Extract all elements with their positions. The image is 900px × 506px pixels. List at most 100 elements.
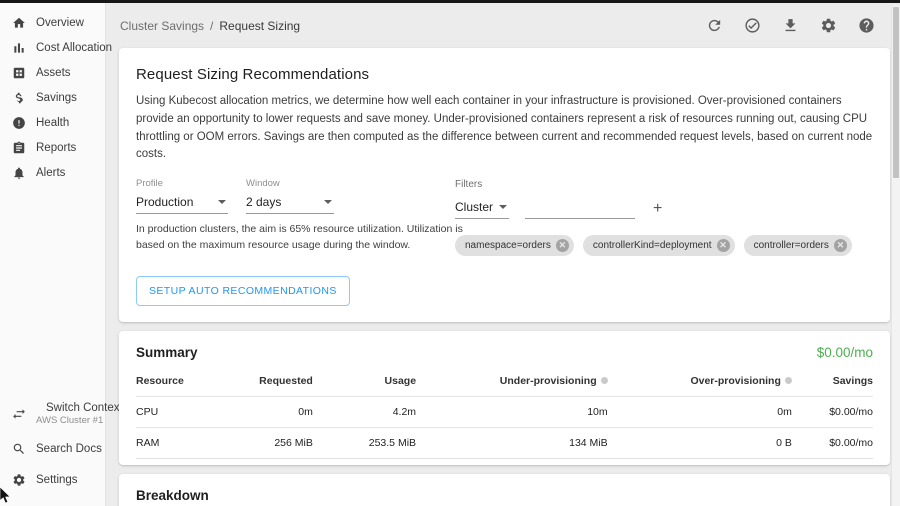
add-filter-button[interactable]: + (651, 201, 664, 219)
info-icon[interactable] (601, 377, 608, 384)
sidebar-item-label: Assets (36, 67, 71, 79)
profile-field: Profile Production (136, 178, 228, 214)
refresh-button[interactable] (705, 17, 723, 35)
download-icon (782, 17, 799, 34)
sidebar-item-health[interactable]: Health (0, 110, 105, 135)
cell-over: 0m (608, 396, 792, 427)
sidebar-item-label: Reports (36, 142, 76, 154)
sidebar-item-label: Health (36, 117, 69, 129)
sidebar-item-label: Overview (36, 17, 84, 29)
col-resource: Resource (136, 366, 232, 397)
topbar-actions (705, 17, 875, 35)
filter-field-select[interactable]: Cluster (455, 198, 509, 219)
remove-chip-icon[interactable]: ✕ (556, 239, 569, 252)
filter-builder-row: Cluster + (455, 198, 873, 219)
chevron-down-icon (499, 205, 507, 209)
dollar-icon (11, 90, 26, 105)
page-content: Request Sizing Recommendations Using Kub… (106, 48, 891, 506)
summary-card: Summary $0.00/mo Resource Requested Usag… (119, 331, 890, 465)
cell-savings: $0.00/mo (792, 427, 873, 458)
page-title: Request Sizing Recommendations (136, 66, 873, 83)
breadcrumb: Cluster Savings / Request Sizing (120, 19, 300, 33)
window-label: Window (246, 178, 334, 189)
sidebar-item-assets[interactable]: Assets (0, 60, 105, 85)
request-sizing-card: Request Sizing Recommendations Using Kub… (119, 48, 890, 322)
breadcrumb-separator: / (210, 19, 213, 33)
search-docs-button[interactable]: Search Docs (0, 436, 105, 461)
profile-value: Production (136, 195, 193, 209)
setup-auto-recommendations-button[interactable]: SETUP AUTO RECOMMENDATIONS (136, 276, 350, 306)
remove-chip-icon[interactable]: ✕ (717, 239, 730, 252)
bell-icon (11, 165, 26, 180)
sidebar-item-label: Alerts (36, 167, 65, 179)
settings-button[interactable]: Settings (0, 467, 105, 492)
topbar: Cluster Savings / Request Sizing (106, 3, 891, 48)
filter-value-input[interactable] (525, 198, 635, 219)
sidebar-item-label: Cost Allocation (36, 42, 112, 54)
health-alert-icon (11, 115, 26, 130)
summary-header-row: Resource Requested Usage Under-provision… (136, 366, 873, 397)
chevron-down-icon (324, 200, 332, 204)
window-top-strip (0, 0, 900, 3)
check-circle-icon (744, 17, 761, 34)
sidebar-item-overview[interactable]: Overview (0, 10, 105, 35)
col-requested: Requested (232, 366, 313, 397)
cell-under: 10m (416, 396, 608, 427)
app-root: Overview Cost Allocation Assets Savings … (0, 3, 900, 506)
breakdown-card: Breakdown Container Cluster CPUusage CPU… (119, 474, 890, 506)
filter-chip: controllerKind=deployment ✕ (583, 235, 735, 256)
cell-usage: 253.5 MiB (313, 427, 416, 458)
diagnostics-button[interactable] (743, 17, 761, 35)
col-savings: Savings (792, 366, 873, 397)
sidebar-nav: Overview Cost Allocation Assets Savings … (0, 3, 105, 185)
cell-under: 134 MiB (416, 427, 608, 458)
window-field: Window 2 days (246, 178, 334, 214)
clipboard-icon (11, 140, 26, 155)
sidebar-item-savings[interactable]: Savings (0, 85, 105, 110)
col-over-provisioning: Over-provisioning (608, 366, 792, 397)
summary-table: Resource Requested Usage Under-provision… (136, 366, 873, 459)
summary-row-ram: RAM 256 MiB 253.5 MiB 134 MiB 0 B $0.00/… (136, 427, 873, 458)
switch-context-button[interactable]: Switch Context AWS Cluster #1 (0, 398, 105, 430)
settings-gear-button[interactable] (819, 17, 837, 35)
summary-title: Summary (136, 345, 198, 360)
window-select[interactable]: 2 days (246, 191, 334, 214)
remove-chip-icon[interactable]: ✕ (834, 239, 847, 252)
vertical-scrollbar[interactable] (891, 6, 900, 506)
info-icon[interactable] (785, 377, 792, 384)
profile-select[interactable]: Production (136, 191, 228, 214)
page-description: Using Kubecost allocation metrics, we de… (136, 93, 873, 164)
cell-requested: 256 MiB (232, 427, 313, 458)
col-under-provisioning: Under-provisioning (416, 366, 608, 397)
main-area: Cluster Savings / Request Sizing Request… (106, 3, 900, 506)
sidebar-item-reports[interactable]: Reports (0, 135, 105, 160)
breadcrumb-current: Request Sizing (219, 19, 300, 33)
filter-chip-label: controllerKind=deployment (593, 240, 712, 251)
cell-over: 0 B (608, 427, 792, 458)
bar-chart-icon (11, 40, 26, 55)
cell-usage: 4.2m (313, 396, 416, 427)
sidebar-item-label: Savings (36, 92, 77, 104)
filter-chip: namespace=orders ✕ (455, 235, 574, 256)
sidebar-item-alerts[interactable]: Alerts (0, 160, 105, 185)
download-button[interactable] (781, 17, 799, 35)
sidebar: Overview Cost Allocation Assets Savings … (0, 3, 106, 506)
filter-chip: controller=orders ✕ (744, 235, 852, 256)
cell-savings: $0.00/mo (792, 396, 873, 427)
sidebar-footer: Switch Context AWS Cluster #1 Search Doc… (0, 398, 105, 506)
search-docs-label: Search Docs (36, 443, 102, 455)
search-icon (11, 441, 26, 456)
help-button[interactable] (857, 17, 875, 35)
widgets-icon (11, 65, 26, 80)
sidebar-item-cost-allocation[interactable]: Cost Allocation (0, 35, 105, 60)
gear-icon (820, 17, 837, 34)
cell-requested: 0m (232, 396, 313, 427)
profile-hint-text: In production clusters, the aim is 65% r… (136, 222, 466, 254)
filter-chip-label: controller=orders (754, 240, 829, 251)
help-icon (858, 17, 875, 34)
swap-arrows-icon (11, 407, 26, 422)
breadcrumb-parent-link[interactable]: Cluster Savings (120, 19, 204, 33)
chevron-down-icon (218, 200, 226, 204)
refresh-icon (706, 17, 723, 34)
scrollbar-thumb[interactable] (893, 7, 899, 178)
